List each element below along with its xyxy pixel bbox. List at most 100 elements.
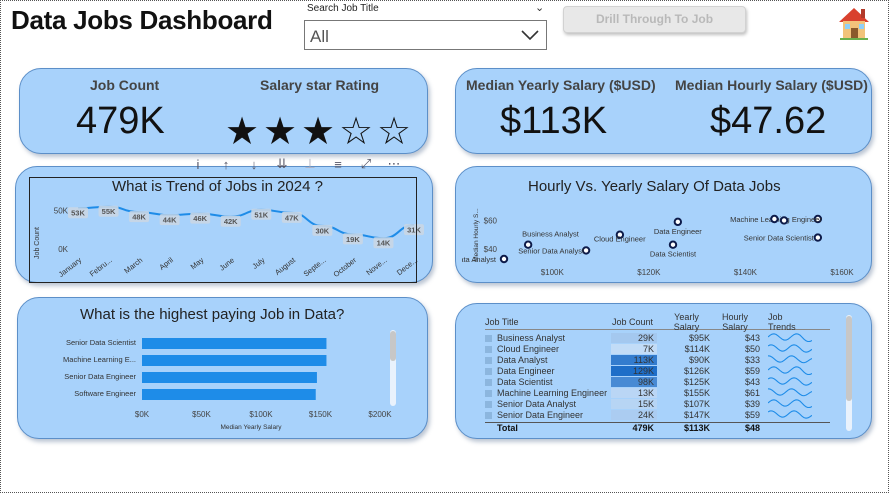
bar-scrollbar-thumb[interactable] <box>390 331 396 361</box>
table-row[interactable]: Senior Data Engineer 24K $147K $59 <box>485 409 830 420</box>
cell-job-title: Senior Data Engineer <box>485 410 611 420</box>
table-row[interactable]: Data Analyst 113K $90K $33 <box>485 354 830 365</box>
star-filled-icon: ★ <box>301 111 335 150</box>
scatter-point[interactable] <box>813 233 823 242</box>
star-empty-icon: ☆ <box>339 111 373 150</box>
cell-job-count: 129K <box>611 365 657 376</box>
scatter-x-tick: $140K <box>734 268 758 277</box>
scatter-point[interactable] <box>779 216 789 225</box>
total-yearly: $113K <box>683 423 710 433</box>
cell-job-title: Data Scientist <box>485 377 611 387</box>
drill-through-button[interactable]: Drill Through To Job <box>563 6 746 33</box>
row-marker-icon <box>485 389 492 397</box>
cell-hourly-salary: $43 <box>744 332 760 343</box>
job-summary-table: Job Title Job Count Yearly Salary Hourly… <box>485 312 830 433</box>
bar-card: What is the highest paying Job in Data? … <box>17 297 428 439</box>
bar[interactable] <box>142 389 316 400</box>
table-row[interactable]: Business Analyst 29K $95K $43 <box>485 332 830 343</box>
top-paying-bar-chart[interactable]: Senior Data Scientist Machine Learning E.… <box>28 326 408 436</box>
table-row[interactable]: Data Scientist 98K $125K $43 <box>485 376 830 387</box>
bar-category-label: Software Engineer <box>74 389 136 398</box>
sparkline <box>767 332 813 342</box>
scatter-x-tick: $160K <box>830 268 854 277</box>
median-yearly-value: $113K <box>500 100 608 142</box>
star-filled-icon: ★ <box>225 111 259 150</box>
table-row[interactable]: Data Engineer 129K $126K $59 <box>485 365 830 376</box>
scatter-point[interactable] <box>668 240 678 249</box>
page-title: Data Jobs Dashboard <box>11 5 273 35</box>
bar-x-tick: $100K <box>249 410 273 419</box>
cell-job-count: 24K <box>611 409 657 420</box>
double-arrow-down-icon[interactable]: ⇊ <box>268 154 296 174</box>
scatter-x-tick: $120K <box>637 268 661 277</box>
bar-category-label: Senior Data Engineer <box>64 372 136 381</box>
scatter-point[interactable] <box>499 254 509 264</box>
cell-yearly-salary: $95K <box>688 332 710 343</box>
filter-icon[interactable]: ≡ <box>324 154 352 174</box>
table-row[interactable]: Cloud Engineer 7K $114K $50 <box>485 343 830 354</box>
cell-job-count: 29K <box>611 332 657 343</box>
col-job-title[interactable]: Job Title <box>485 317 611 327</box>
scatter-card: Hourly Vs. Yearly Salary Of Data Jobs Me… <box>455 166 872 283</box>
sparkline <box>767 354 813 363</box>
bar-x-tick: $200K <box>368 410 392 419</box>
bar-x-tick: $0K <box>135 410 150 419</box>
job-title-slicer[interactable]: All <box>304 20 547 50</box>
dashboard-canvas: Data Jobs Dashboard Search Job Title ⌄ A… <box>0 0 889 493</box>
sparkline <box>767 343 813 353</box>
slicer-collapse-icon[interactable]: ⌄ <box>535 1 544 14</box>
pin-icon[interactable]: ⊥ <box>296 154 324 174</box>
salary-scatter-chart[interactable]: Median Hourly S... $60 $40 $100K $120K $140K $… <box>462 193 867 283</box>
focus-mode-icon[interactable]: ⤢ <box>352 154 380 174</box>
row-marker-icon <box>485 400 492 408</box>
arrow-down-icon[interactable]: ↓ <box>240 154 268 174</box>
row-marker-icon <box>485 411 492 419</box>
job-count-label: Job Count <box>90 77 160 93</box>
cell-job-count: 113K <box>611 354 657 365</box>
info-icon[interactable]: i <box>184 154 212 174</box>
bar-category-label: Machine Learning E... <box>63 355 136 364</box>
slicer-selected-value: All <box>310 27 329 46</box>
star-filled-icon: ★ <box>263 111 297 150</box>
col-job-count[interactable]: Job Count <box>611 317 657 327</box>
table-row[interactable]: Senior Data Analyst 15K $107K $39 <box>485 398 830 409</box>
bar-category-label: Senior Data Scientist <box>66 338 137 347</box>
cell-yearly-salary: $114K <box>684 343 710 354</box>
cell-hourly-salary: $59 <box>744 365 760 376</box>
scatter-point-label: Data Analyst <box>462 255 497 264</box>
scatter-y-tick: $60 <box>484 216 498 225</box>
cell-job-title: Business Analyst <box>485 333 611 343</box>
visual-selection-frame <box>29 177 417 283</box>
star-rating: ★ ★ ★ ☆ ☆ <box>225 111 411 150</box>
cell-job-title: Cloud Engineer <box>485 344 611 354</box>
cell-hourly-salary: $59 <box>744 409 760 420</box>
col-yearly-salary[interactable]: Yearly Salary <box>663 312 710 332</box>
home-icon[interactable] <box>834 3 874 43</box>
bar[interactable] <box>142 338 327 349</box>
table-header: Job Title Job Count Yearly Salary Hourly… <box>485 312 830 332</box>
bar-x-tick: $150K <box>309 410 333 419</box>
star-empty-icon: ☆ <box>377 111 411 150</box>
table-scrollbar-thumb[interactable] <box>846 316 852 401</box>
scatter-point[interactable] <box>770 214 779 224</box>
bar-x-axis-label: Median Yearly Salary <box>220 424 282 431</box>
bar-x-tick: $50K <box>192 410 211 419</box>
scatter-point[interactable] <box>673 217 683 227</box>
sparkline <box>767 398 813 408</box>
bar[interactable] <box>142 355 327 366</box>
sparkline <box>767 387 813 396</box>
scatter-point-label: Data Scientist <box>650 250 697 259</box>
sparkline <box>767 376 813 386</box>
sparkline <box>767 409 813 419</box>
col-hourly-salary[interactable]: Hourly Salary <box>710 312 760 332</box>
bar[interactable] <box>142 372 317 383</box>
table-row[interactable]: Machine Learning Engineer 13K $155K $61 <box>485 387 830 398</box>
arrow-up-icon[interactable]: ↑ <box>212 154 240 174</box>
job-count-value: 479K <box>76 100 165 142</box>
more-options-icon[interactable]: ⋯ <box>380 154 408 174</box>
median-yearly-label: Median Yearly Salary ($USD) <box>466 77 656 93</box>
col-job-trends[interactable]: Job Trends <box>760 312 810 332</box>
cell-job-title: Data Analyst <box>485 355 611 365</box>
row-marker-icon <box>485 334 492 342</box>
cell-job-title: Data Engineer <box>485 366 611 376</box>
